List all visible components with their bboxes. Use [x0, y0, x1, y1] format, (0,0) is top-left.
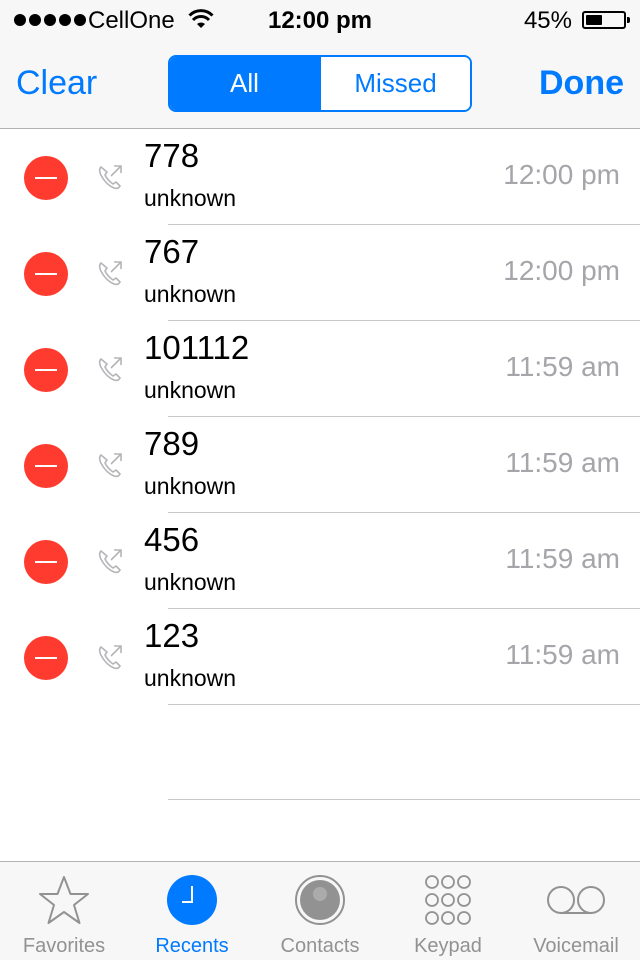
- star-icon: [39, 876, 89, 924]
- battery-percent: 45%: [523, 7, 572, 34]
- tab-label: Keypad: [414, 935, 482, 957]
- tab-label: Favorites: [22, 935, 106, 957]
- outgoing-call-icon: [98, 165, 122, 190]
- segment-all[interactable]: All: [170, 57, 319, 110]
- list-item[interactable]: 456 unknown 11:59 am: [0, 513, 640, 609]
- call-label: unknown: [144, 665, 237, 691]
- delete-minus-icon[interactable]: [24, 540, 68, 584]
- tab-label: Contacts: [280, 935, 360, 957]
- clock-icon: [167, 875, 217, 925]
- call-time: 11:59 am: [505, 351, 620, 382]
- call-number: 789: [144, 425, 200, 462]
- tab-label: Recents: [155, 935, 229, 957]
- delete-minus-icon[interactable]: [24, 252, 68, 296]
- keypad-icon: [425, 875, 471, 925]
- call-number: 778: [144, 137, 200, 174]
- done-button[interactable]: Done: [539, 64, 624, 103]
- call-label: unknown: [144, 281, 237, 307]
- delete-minus-icon[interactable]: [24, 444, 68, 488]
- delete-minus-icon[interactable]: [24, 156, 68, 200]
- call-time: 12:00 pm: [503, 255, 620, 286]
- contact-icon: [295, 875, 345, 925]
- call-time: 12:00 pm: [503, 159, 620, 190]
- tab-bar: Favorites Recents Contacts Keypad Voicem…: [0, 861, 640, 960]
- call-number: 123: [144, 617, 200, 654]
- status-bar: CellOne 12:00 pm 45%: [0, 0, 640, 40]
- call-label: unknown: [144, 185, 237, 211]
- tab-voicemail[interactable]: Voicemail: [512, 862, 640, 960]
- empty-row-divider: [168, 799, 640, 800]
- segment-missed[interactable]: Missed: [319, 57, 470, 110]
- delete-minus-icon[interactable]: [24, 348, 68, 392]
- tab-favorites[interactable]: Favorites: [0, 862, 128, 960]
- outgoing-call-icon: [98, 453, 122, 478]
- call-time: 11:59 am: [505, 543, 620, 574]
- call-label: unknown: [144, 473, 237, 499]
- call-time: 11:59 am: [505, 447, 620, 478]
- call-number: 101112: [144, 329, 250, 366]
- list-item[interactable]: 767 unknown 12:00 pm: [0, 225, 640, 321]
- nav-bar: Clear All Missed Done: [0, 40, 640, 129]
- row-divider: [168, 704, 640, 705]
- list-item[interactable]: 789 unknown 11:59 am: [0, 417, 640, 513]
- call-time: 11:59 am: [505, 639, 620, 670]
- outgoing-call-icon: [98, 261, 122, 286]
- voicemail-icon: [547, 886, 605, 914]
- call-number: 767: [144, 233, 200, 270]
- tab-keypad[interactable]: Keypad: [384, 862, 512, 960]
- call-number: 456: [144, 521, 200, 558]
- call-label: unknown: [144, 569, 237, 595]
- outgoing-call-icon: [98, 549, 122, 574]
- tab-label: Voicemail: [533, 935, 619, 957]
- outgoing-call-icon: [98, 357, 122, 382]
- list-item[interactable]: 778 unknown 12:00 pm: [0, 129, 640, 225]
- tab-contacts[interactable]: Contacts: [256, 862, 384, 960]
- delete-minus-icon[interactable]: [24, 636, 68, 680]
- filter-segmented-control: All Missed: [168, 55, 472, 112]
- list-item[interactable]: 123 unknown 11:59 am: [0, 609, 640, 705]
- tab-recents[interactable]: Recents: [128, 862, 256, 960]
- battery-icon: [582, 11, 630, 29]
- call-label: unknown: [144, 377, 237, 403]
- recents-list: 778 unknown 12:00 pm 767 unknown 12:00 p…: [0, 129, 640, 705]
- clear-button[interactable]: Clear: [16, 64, 97, 103]
- outgoing-call-icon: [98, 645, 122, 670]
- list-item[interactable]: 101112 unknown 11:59 am: [0, 321, 640, 417]
